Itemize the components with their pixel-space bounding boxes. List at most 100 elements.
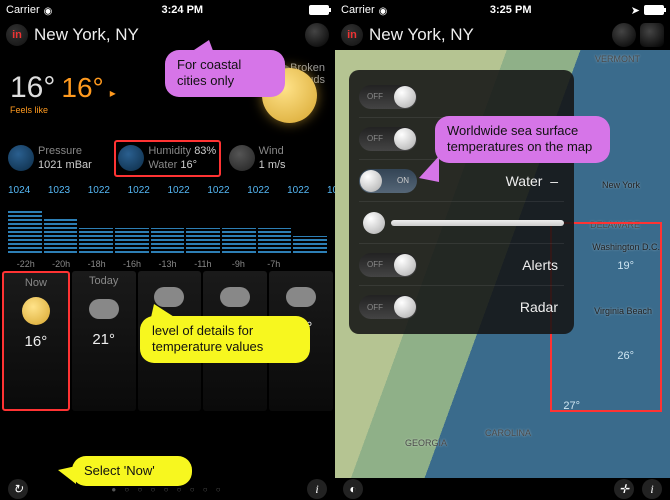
chart-tick-label: -9h xyxy=(221,259,256,269)
chart-bar xyxy=(8,211,42,253)
phone-right: Carrier 3:25 PM ➤ in New York, NY VERMON… xyxy=(335,0,670,500)
carrier-label: Carrier xyxy=(341,4,375,16)
metric-value: 1021 mBar xyxy=(38,158,92,172)
slider-track[interactable] xyxy=(391,220,564,226)
chart-bar xyxy=(258,228,292,253)
metric-wind[interactable]: Wind 1 m/s xyxy=(227,140,329,177)
callout-sst: Worldwide sea surface temperatures on th… xyxy=(435,116,610,163)
forecast-day-label: Today xyxy=(74,275,134,287)
map-region-label: VERMONT xyxy=(595,54,640,64)
battery-icon xyxy=(309,5,329,15)
forecast-temp: 16° xyxy=(6,333,66,350)
info-icon[interactable]: i xyxy=(642,479,662,499)
clock-icon[interactable] xyxy=(612,23,636,47)
wifi-icon xyxy=(379,5,391,15)
slider-knob[interactable] xyxy=(363,212,385,234)
chart-bar xyxy=(293,236,327,253)
chart-point-label: 1022 xyxy=(247,185,269,196)
chart-bar xyxy=(79,228,113,253)
locate-icon[interactable]: ✛ xyxy=(614,479,634,499)
layers-panel[interactable]: OFF OFF ON Water – OFF Alerts OFF Rad xyxy=(349,70,574,334)
chart-point-label: 1022 xyxy=(88,185,110,196)
chart-tick-label: -20h xyxy=(43,259,78,269)
chart-tick-label xyxy=(292,259,327,269)
toggle-state-label: ON xyxy=(397,176,409,185)
metric-label: Humidity xyxy=(148,145,191,157)
sea-temp-label: 27° xyxy=(563,400,580,412)
chart-point-label: 1021 xyxy=(327,185,335,196)
status-bar: Carrier 3:25 PM ➤ xyxy=(335,0,670,20)
battery-icon xyxy=(644,5,664,15)
metric-label: Pressure xyxy=(38,144,92,158)
map-city-label: New York xyxy=(602,180,640,190)
forecast-weather-icon xyxy=(205,279,265,315)
status-bar: Carrier 3:24 PM xyxy=(0,0,335,20)
metric-value: 83% xyxy=(194,145,216,157)
detail-slider-row xyxy=(359,202,564,244)
chart-point-label: 1022 xyxy=(287,185,309,196)
toggle-switch[interactable]: OFF xyxy=(359,253,417,277)
chart-point-label: 1022 xyxy=(207,185,229,196)
metrics-row: Pressure 1021 mBar Humidity 83% Water 16… xyxy=(0,136,335,181)
chart-tick-label: -11h xyxy=(185,259,220,269)
metric-pressure[interactable]: Pressure 1021 mBar xyxy=(6,140,108,177)
chart-bar xyxy=(44,219,78,252)
chart-point-label: 1023 xyxy=(48,185,70,196)
toggle-state-label: OFF xyxy=(367,92,383,101)
clock-time: 3:24 PM xyxy=(56,4,309,16)
sea-temp-label: 19° xyxy=(617,260,634,272)
map-region-label: CAROLINA xyxy=(485,428,531,438)
forecast-weather-icon xyxy=(6,293,66,329)
sea-temp-label: 26° xyxy=(617,350,634,362)
location-icon: ➤ xyxy=(631,4,640,17)
chart-tick-label: -18h xyxy=(79,259,114,269)
metric-value: 1 m/s xyxy=(259,158,286,172)
toggle-switch[interactable]: OFF xyxy=(359,295,417,319)
temp-feels-like: 16° xyxy=(61,72,103,104)
pressure-icon xyxy=(8,145,34,171)
city-label[interactable]: New York, NY xyxy=(369,25,608,45)
metric-label: Wind xyxy=(259,144,286,158)
chart-bar xyxy=(151,228,185,253)
callout-now: Select 'Now' xyxy=(72,456,192,486)
toggle-row-radar: OFF Radar xyxy=(359,286,564,328)
chart-tick-label: -13h xyxy=(150,259,185,269)
chart-tick-label: -16h xyxy=(114,259,149,269)
toggle-switch[interactable]: OFF xyxy=(359,127,417,151)
humidity-icon xyxy=(118,145,144,171)
toggle-switch[interactable]: ON xyxy=(359,169,417,193)
forecast-day-label: Now xyxy=(6,277,66,289)
layers-icon[interactable]: ◐ xyxy=(343,479,363,499)
feels-like-label: Feels like xyxy=(10,105,116,115)
metric-value: 16° xyxy=(180,159,197,171)
city-label[interactable]: New York, NY xyxy=(34,25,301,45)
chart-bar xyxy=(222,228,256,253)
forecast-temp: 21° xyxy=(74,331,134,348)
clock-icon[interactable] xyxy=(305,23,329,47)
action-icon[interactable]: ↻ xyxy=(8,479,28,499)
chart-point-label: 1024 xyxy=(8,185,30,196)
footer-bar: ◐ ✛ i xyxy=(335,478,670,500)
toggle-state-label: OFF xyxy=(367,134,383,143)
forecast-card[interactable]: Today 21° xyxy=(72,271,136,411)
pressure-chart[interactable]: 1024 1023 1022 1022 1022 1022 1022 1022 1021 -22… xyxy=(0,181,335,271)
toggle-switch[interactable]: OFF xyxy=(359,85,417,109)
home-icon[interactable]: in xyxy=(6,24,28,46)
toggle-state-label: OFF xyxy=(367,303,383,312)
date-icon[interactable] xyxy=(640,23,664,47)
chart-point-label: 1022 xyxy=(128,185,150,196)
chart-point-label: 1022 xyxy=(168,185,190,196)
callout-detail: level of details for temperature values xyxy=(140,316,310,363)
chart-tick-label: -22h xyxy=(8,259,43,269)
toggle-row: OFF xyxy=(359,76,564,118)
metric-humidity-water[interactable]: Humidity 83% Water 16° xyxy=(114,140,220,177)
map-region-label: GEORGIA xyxy=(405,438,447,448)
home-icon[interactable]: in xyxy=(341,24,363,46)
toggle-label: Radar xyxy=(417,299,564,315)
forecast-weather-icon xyxy=(74,291,134,327)
chart-bar xyxy=(115,228,149,253)
forecast-card[interactable]: Now 16° xyxy=(2,271,70,411)
chart-tick-label: -7h xyxy=(256,259,291,269)
carrier-label: Carrier xyxy=(6,4,40,16)
info-icon[interactable]: i xyxy=(307,479,327,499)
